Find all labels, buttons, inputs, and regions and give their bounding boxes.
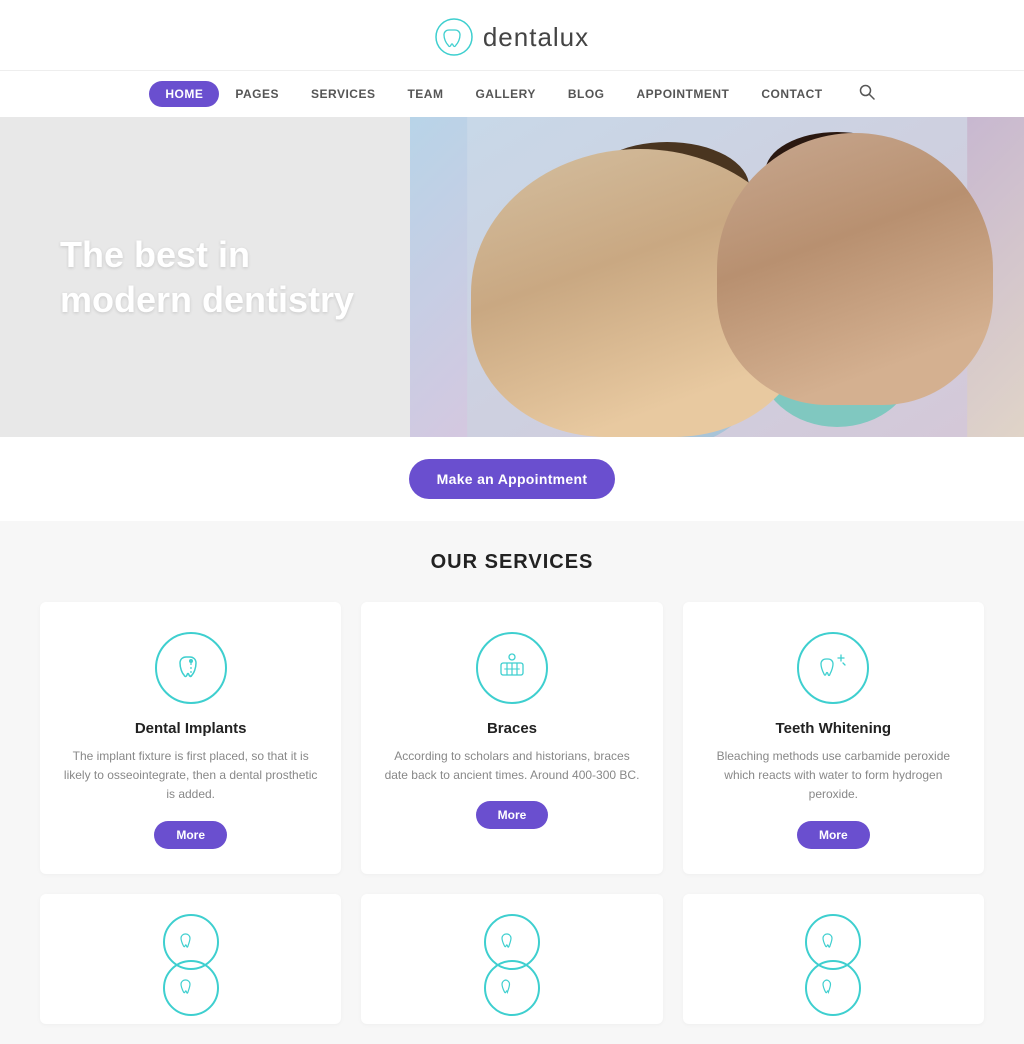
- services-section: OUR SERVICES Dental Implants The implant…: [0, 521, 1024, 1044]
- hero-title: The best in modern dentistry: [60, 232, 380, 322]
- partial-icon-2b: [484, 960, 540, 1016]
- hero-svg: [410, 117, 1024, 437]
- service-card-partial-2: [361, 894, 662, 1024]
- header: dentalux HOME PAGES SERVICES TEAM GALLER…: [0, 0, 1024, 117]
- make-appointment-button[interactable]: Make an Appointment: [409, 459, 616, 499]
- service-card-teeth-whitening: Teeth Whitening Bleaching methods use ca…: [683, 602, 984, 874]
- hero-text-block: The best in modern dentistry: [60, 232, 380, 322]
- more-button-braces[interactable]: More: [476, 801, 549, 829]
- logo-icon: [435, 18, 473, 56]
- service-card-partial-3: [683, 894, 984, 1024]
- partial-tooth-icon-3b: [819, 974, 847, 1002]
- search-icon[interactable]: [859, 84, 875, 105]
- service-desc-braces: According to scholars and historians, br…: [381, 747, 642, 785]
- services-title: OUR SERVICES: [40, 551, 984, 574]
- service-name-dental-implants: Dental Implants: [135, 720, 247, 737]
- nav-pages[interactable]: PAGES: [219, 81, 295, 107]
- nav-services[interactable]: SERVICES: [295, 81, 391, 107]
- service-desc-teeth-whitening: Bleaching methods use carbamide peroxide…: [703, 747, 964, 805]
- cta-section: Make an Appointment: [0, 437, 1024, 521]
- braces-icon: [493, 649, 531, 687]
- service-card-braces: Braces According to scholars and histori…: [361, 602, 662, 874]
- nav-bar: HOME PAGES SERVICES TEAM GALLERY BLOG AP…: [0, 70, 1024, 117]
- brand-name: dentalux: [483, 22, 589, 53]
- partial-tooth-icon-1a: [177, 928, 205, 956]
- more-button-dental-implants[interactable]: More: [154, 821, 227, 849]
- hero-section: The best in modern dentistry: [0, 117, 1024, 437]
- partial-tooth-icon-3a: [819, 928, 847, 956]
- partial-tooth-icon-2a: [498, 928, 526, 956]
- double-icon-2: [484, 914, 540, 1016]
- logo-area: dentalux: [435, 18, 589, 56]
- partial-icon-3b: [805, 960, 861, 1016]
- partial-icon-1b: [163, 960, 219, 1016]
- partial-tooth-icon-2b: [498, 974, 526, 1002]
- nav-appointment[interactable]: APPOINTMENT: [621, 81, 746, 107]
- nav-home[interactable]: HOME: [149, 81, 219, 107]
- hero-people-photo: [410, 117, 1024, 437]
- service-card-dental-implants: Dental Implants The implant fixture is f…: [40, 602, 341, 874]
- double-icon-1: [163, 914, 219, 1016]
- double-icon-3: [805, 914, 861, 1016]
- nav-gallery[interactable]: GALLERY: [459, 81, 551, 107]
- hero-image: [410, 117, 1024, 437]
- dental-implants-icon: [172, 649, 210, 687]
- service-name-teeth-whitening: Teeth Whitening: [776, 720, 892, 737]
- service-card-partial-1: [40, 894, 341, 1024]
- nav-contact[interactable]: CONTACT: [745, 81, 838, 107]
- partial-tooth-icon-1b: [177, 974, 205, 1002]
- services-grid: Dental Implants The implant fixture is f…: [40, 602, 984, 874]
- nav-team[interactable]: TEAM: [391, 81, 459, 107]
- braces-icon-circle: [476, 632, 548, 704]
- nav-blog[interactable]: BLOG: [552, 81, 621, 107]
- service-desc-dental-implants: The implant fixture is first placed, so …: [60, 747, 321, 805]
- service-name-braces: Braces: [487, 720, 537, 737]
- teeth-whitening-icon: [814, 649, 852, 687]
- teeth-whitening-icon-circle: [797, 632, 869, 704]
- dental-implants-icon-circle: [155, 632, 227, 704]
- more-button-teeth-whitening[interactable]: More: [797, 821, 870, 849]
- services-grid-bottom: [40, 894, 984, 1024]
